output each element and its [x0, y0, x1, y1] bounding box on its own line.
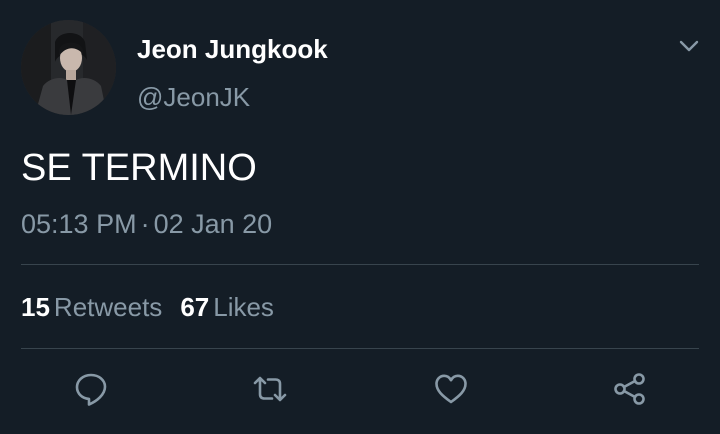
- share-nodes-icon: [614, 373, 645, 405]
- profile-photo-icon: [21, 20, 116, 115]
- tweet-timestamp[interactable]: 05:13 PM · 02 Jan 20: [21, 208, 272, 240]
- retweets-stat[interactable]: 15 Retweets: [21, 291, 162, 323]
- likes-stat[interactable]: 67 Likes: [180, 291, 274, 323]
- tweet-detail: Jeon Jungkook @JeonJK SE TERMINO 05:13 P…: [0, 0, 720, 434]
- tweet-text: SE TERMINO: [21, 147, 257, 189]
- speech-bubble-icon: [75, 373, 107, 406]
- divider: [21, 348, 699, 349]
- like-label: Likes: [213, 292, 274, 322]
- heart-icon: [435, 374, 467, 404]
- timestamp-separator: ·: [140, 209, 150, 239]
- user-handle[interactable]: @JeonJK: [137, 82, 250, 112]
- share-button[interactable]: [611, 370, 649, 408]
- reply-button[interactable]: [72, 370, 110, 408]
- avatar[interactable]: [21, 20, 116, 115]
- divider: [21, 264, 699, 265]
- retweet-arrows-icon: [253, 376, 287, 402]
- retweet-count: 15: [21, 292, 50, 322]
- like-button[interactable]: [432, 370, 470, 408]
- tweet-date: 02 Jan 20: [153, 209, 273, 239]
- retweet-label: Retweets: [53, 292, 163, 322]
- chevron-down-icon[interactable]: [676, 36, 702, 56]
- retweet-button[interactable]: [251, 370, 289, 408]
- engagement-stats: 15 Retweets 67 Likes: [21, 291, 274, 323]
- tweet-time: 05:13 PM: [21, 209, 137, 239]
- like-count: 67: [180, 292, 210, 322]
- display-name[interactable]: Jeon Jungkook: [137, 33, 328, 65]
